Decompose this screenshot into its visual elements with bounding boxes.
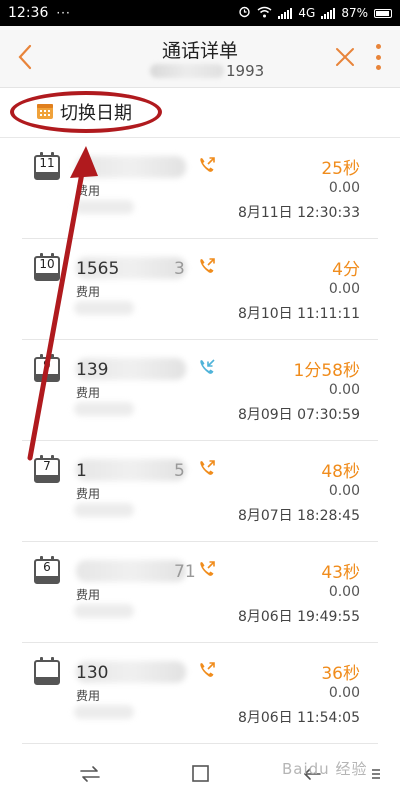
close-icon — [336, 48, 354, 66]
redacted-location — [74, 604, 134, 618]
subtitle-digits: 1993 — [226, 62, 265, 80]
call-record[interactable]: 9 139 费用 1分58秒 0.00 8月09日 07:30:59 — [22, 340, 378, 441]
calendar-date-icon: 6 — [34, 556, 60, 584]
call-duration: 36秒 — [321, 664, 360, 684]
notification-dots: ··· — [56, 6, 71, 20]
calendar-date-icon: 10 — [34, 253, 60, 281]
fee-label: 费用 — [76, 184, 101, 198]
battery-icon — [374, 8, 392, 18]
record-day: 9 — [43, 358, 51, 372]
fee-label: 费用 — [76, 386, 101, 400]
call-duration: 48秒 — [321, 462, 360, 482]
phone-number-suffix: 3 — [174, 259, 185, 279]
call-datetime: 8月07日 18:28:45 — [237, 508, 360, 524]
call-datetime: 8月10日 11:11:11 — [237, 306, 360, 322]
call-datetime: 8月06日 11:54:05 — [237, 710, 360, 726]
call-datetime: 8月06日 19:49:55 — [237, 609, 360, 625]
status-time: 12:36 — [8, 5, 49, 21]
redacted-phone-number — [76, 459, 186, 481]
outgoing-call-icon — [200, 157, 215, 172]
wifi-icon — [257, 6, 272, 21]
redacted-location — [74, 402, 134, 416]
phone-number-suffix: 5 — [174, 461, 185, 481]
call-cost: 0.00 — [328, 685, 360, 701]
call-cost: 0.00 — [328, 281, 360, 297]
redacted-location — [74, 301, 134, 315]
signal-icon-2 — [321, 7, 336, 19]
close-button[interactable] — [334, 46, 356, 68]
phone-number-prefix: 139 — [76, 360, 109, 380]
outgoing-call-icon — [200, 258, 215, 273]
phone-number-prefix: 1565 — [76, 259, 120, 279]
record-day: 6 — [43, 560, 51, 574]
call-cost: 0.00 — [328, 180, 360, 196]
call-cost: 0.00 — [328, 584, 360, 600]
switch-apps-button[interactable] — [78, 764, 102, 784]
home-square-icon — [192, 765, 209, 782]
fee-label: 费用 — [76, 285, 101, 299]
redacted-location — [74, 200, 134, 214]
annotation-ellipse — [10, 91, 162, 133]
call-duration: 25秒 — [321, 159, 360, 179]
phone-number-prefix: 130 — [76, 663, 109, 683]
call-record[interactable]: 7 1 5 费用 48秒 0.00 8月07日 18:28:45 — [22, 441, 378, 542]
page-subtitle: 1993 — [150, 62, 264, 80]
redacted-location — [74, 705, 134, 719]
network-type: 4G — [298, 6, 316, 20]
more-options-button[interactable] — [372, 42, 384, 72]
redacted-number — [150, 64, 224, 78]
menu-icon — [372, 769, 380, 779]
calendar-date-icon: 11 — [34, 152, 60, 180]
call-datetime: 8月11日 12:30:33 — [237, 205, 360, 221]
fee-label: 费用 — [76, 689, 101, 703]
phone-number-suffix: 71 — [174, 562, 196, 582]
status-bar: 12:36 ··· 4G 87% — [0, 0, 400, 26]
incoming-call-icon — [200, 359, 215, 374]
phone-number-prefix: 1 — [76, 461, 87, 481]
outgoing-call-icon — [200, 460, 215, 475]
call-record[interactable]: 11 费用 25秒 0.00 8月11日 12:30:33 — [22, 138, 378, 239]
call-cost: 0.00 — [328, 483, 360, 499]
call-record-list: 11 费用 25秒 0.00 8月11日 12:30:33 10 1565 3 费用 4分 0.00… — [0, 138, 400, 744]
home-button[interactable] — [190, 764, 214, 784]
calendar-date-icon: 7 — [34, 455, 60, 483]
menu-button[interactable] — [370, 764, 394, 784]
call-duration: 1分58秒 — [293, 361, 360, 381]
watermark: Baidu 经验 — [282, 760, 368, 778]
calendar-date-icon — [34, 657, 60, 685]
fee-label: 费用 — [76, 487, 101, 501]
call-duration: 43秒 — [321, 563, 360, 583]
record-day: 11 — [39, 156, 55, 170]
calendar-date-icon: 9 — [34, 354, 60, 382]
call-record[interactable]: 10 1565 3 费用 4分 0.00 8月10日 11:11:11 — [22, 239, 378, 340]
fee-label: 费用 — [76, 588, 101, 602]
battery-percent: 87% — [341, 6, 368, 20]
redacted-phone-number — [76, 156, 186, 178]
redacted-location — [74, 503, 134, 517]
switch-arrows-icon — [80, 766, 100, 782]
outgoing-call-icon — [200, 561, 215, 576]
header: 通话详单 1993 — [0, 26, 400, 88]
record-day: 7 — [43, 459, 51, 473]
call-cost: 0.00 — [328, 382, 360, 398]
call-datetime: 8月09日 07:30:59 — [237, 407, 360, 423]
redacted-phone-number — [76, 560, 186, 582]
alarm-icon — [238, 5, 251, 21]
record-day: 10 — [39, 257, 55, 271]
call-record[interactable]: 130 费用 36秒 0.00 8月06日 11:54:05 — [22, 643, 378, 744]
call-duration: 4分 — [332, 260, 360, 280]
outgoing-call-icon — [200, 662, 215, 677]
call-record[interactable]: 6 71 费用 43秒 0.00 8月06日 19:49:55 — [22, 542, 378, 643]
signal-icon — [278, 7, 293, 19]
status-right: 4G 87% — [238, 5, 392, 21]
